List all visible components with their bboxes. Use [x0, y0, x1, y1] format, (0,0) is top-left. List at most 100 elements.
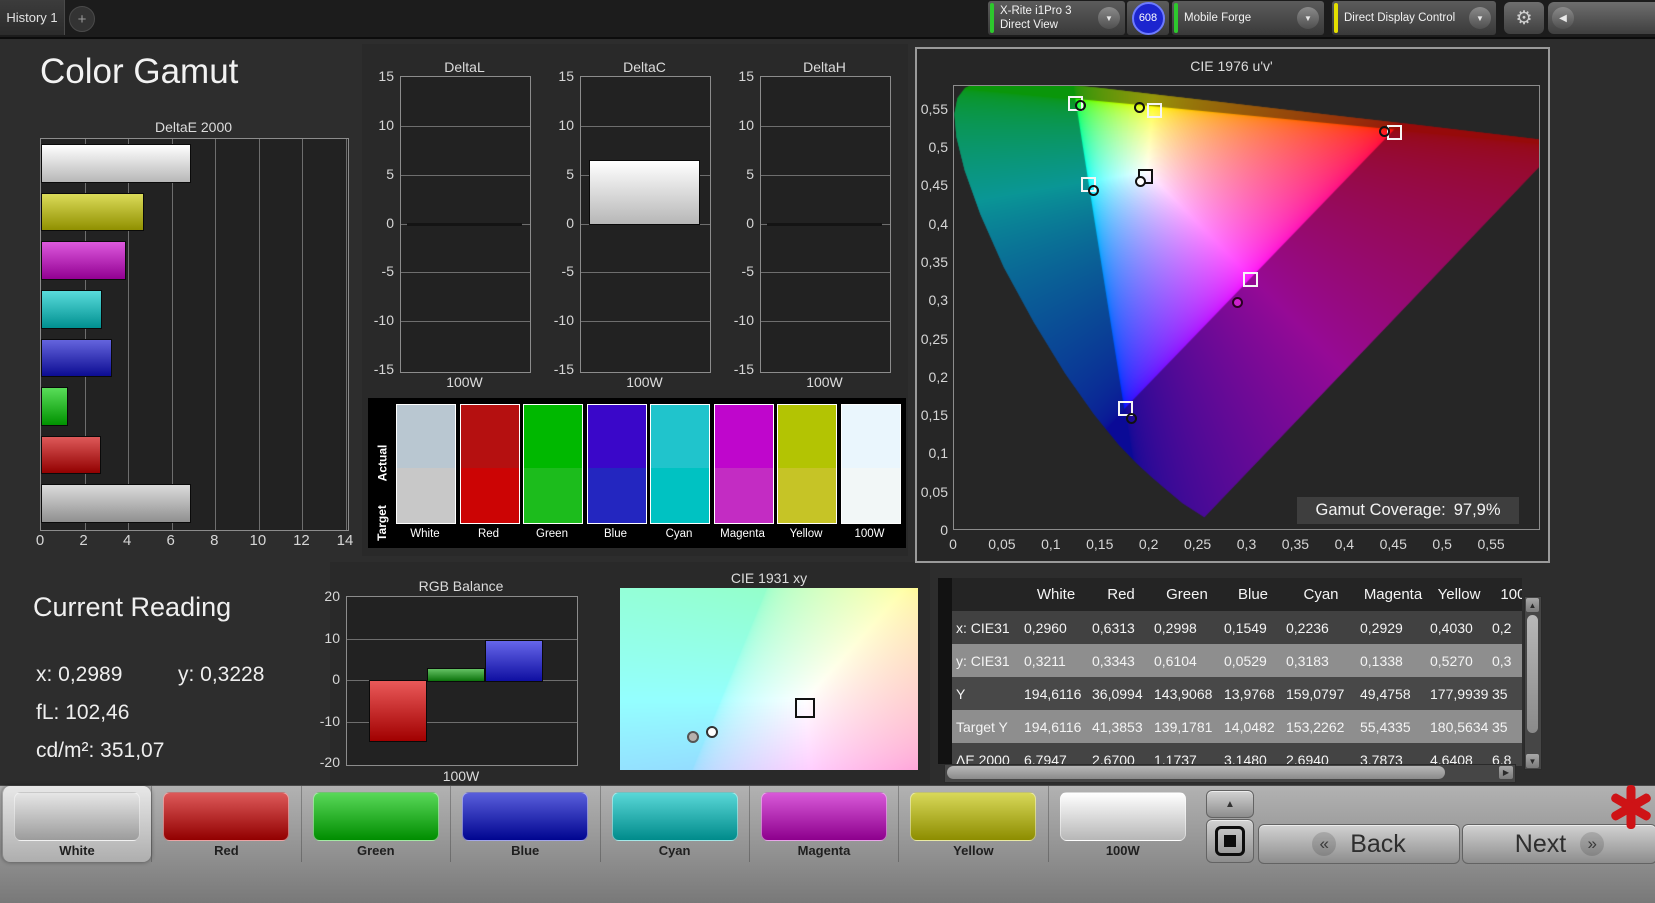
table-header-cell — [952, 578, 1022, 611]
scroll-right-button[interactable]: ▶ — [1499, 766, 1513, 779]
patch-swatch — [761, 792, 887, 841]
chevron-down-icon: ▼ — [1098, 7, 1120, 29]
patch-button-magenta[interactable]: Magenta — [749, 786, 898, 862]
gridline — [761, 126, 890, 127]
axis-tick: 0,25 — [1178, 536, 1218, 552]
row-label: x: CIE31 — [952, 611, 1022, 644]
rgb-balance-chart — [346, 596, 578, 766]
tab-history-1[interactable]: History 1 — [0, 0, 65, 35]
tab-label: History 1 — [6, 10, 57, 25]
rgb-bar-red — [369, 680, 427, 742]
deltaH-chart-title: DeltaH — [760, 59, 889, 75]
table-header-cell: Blue — [1222, 578, 1284, 611]
table-cell: 0,2929 — [1358, 611, 1428, 644]
next-label: Next — [1515, 830, 1566, 859]
axis-tick: -10 — [360, 312, 394, 328]
gridline — [259, 139, 260, 530]
axis-tick: 0,55 — [1471, 536, 1511, 552]
add-tab-button[interactable]: + — [69, 6, 95, 32]
axis-tick: 0,25 — [911, 331, 948, 347]
table-cell: 35 — [1490, 677, 1522, 710]
source-dropdown[interactable]: Mobile Forge ▼ — [1172, 1, 1324, 35]
stop-square-icon — [1215, 826, 1245, 856]
gridline — [761, 272, 890, 273]
table-header-cell: Red — [1090, 578, 1152, 611]
patch-button-yellow[interactable]: Yellow — [898, 786, 1047, 862]
expand-button[interactable]: ▲ — [1206, 790, 1254, 818]
table-cell: 13,9768 — [1222, 677, 1284, 710]
patch-label: Green — [302, 843, 450, 858]
axis-tick: 10 — [720, 117, 754, 133]
display-control-dropdown[interactable]: Direct Display Control ▼ — [1332, 1, 1496, 35]
swatch-green-actual — [524, 405, 582, 468]
axis-tick: 6 — [159, 532, 183, 549]
axis-tick: 2 — [72, 532, 96, 549]
patch-label: Yellow — [899, 843, 1047, 858]
swatch-100w-target — [842, 468, 900, 523]
axis-tick: 15 — [540, 68, 574, 84]
gridline — [761, 321, 890, 322]
settings-button[interactable]: ⚙ — [1504, 2, 1544, 34]
vertical-scroll-thumb[interactable] — [1527, 615, 1538, 733]
table-cell: 49,4758 — [1358, 677, 1428, 710]
axis-tick: -10 — [720, 312, 754, 328]
swatch-magenta — [714, 404, 774, 524]
table-cell: 0,3343 — [1090, 644, 1152, 677]
cie1976-markers — [953, 85, 1540, 530]
patch-swatch — [462, 792, 588, 841]
gridline — [581, 272, 710, 273]
workflow-nav-button[interactable]: ◀ — [1548, 2, 1655, 34]
table-cell: 0,5270 — [1428, 644, 1490, 677]
axis-tick: -15 — [540, 361, 574, 377]
table-cell: 4,6408 — [1428, 743, 1490, 766]
patch-button-white[interactable]: White — [2, 786, 151, 862]
patch-button-blue[interactable]: Blue — [450, 786, 599, 862]
calman-asterisk-logo — [1607, 784, 1655, 830]
table-cell: 0,0529 — [1222, 644, 1284, 677]
gridline — [346, 139, 347, 530]
back-button[interactable]: « Back — [1258, 824, 1460, 864]
horizontal-scroll-thumb[interactable] — [947, 766, 1445, 779]
axis-tick: 5 — [540, 166, 574, 182]
patch-swatch — [1060, 792, 1186, 841]
current-reading-y: y: 0,3228 — [178, 663, 264, 687]
patch-button-red[interactable]: Red — [151, 786, 300, 862]
deltaL-x-label: 100W — [400, 374, 529, 390]
patch-label: Red — [152, 843, 300, 858]
scroll-down-button[interactable]: ▼ — [1526, 754, 1539, 768]
gridline — [581, 126, 710, 127]
table-row-y-cie31: y: CIE310,32110,33430,61040,05290,31830,… — [952, 644, 1522, 678]
axis-tick: -5 — [540, 263, 574, 279]
patch-label: White — [3, 843, 151, 858]
cie1976-chart-title: CIE 1976 u'v' — [915, 58, 1548, 74]
swatch-yellow — [777, 404, 837, 524]
next-button[interactable]: Next » — [1462, 824, 1655, 864]
patch-button-cyan[interactable]: Cyan — [600, 786, 749, 862]
meter-dropdown[interactable]: X-Rite i1Pro 3Direct View ▼ — [988, 1, 1125, 35]
table-vertical-scrollbar[interactable]: ▲ ▼ — [1524, 596, 1542, 770]
table-cell: 0,6313 — [1090, 611, 1152, 644]
current-reading-x: x: 0,2989 — [36, 663, 122, 687]
cie1976-marker-blue-measured — [1126, 413, 1137, 424]
cie1976-marker-magenta-measured — [1232, 297, 1243, 308]
stop-measurement-button[interactable] — [1206, 819, 1254, 863]
patch-button-green[interactable]: Green — [301, 786, 450, 862]
axis-tick: 0,3 — [911, 292, 948, 308]
axis-tick: 5 — [720, 166, 754, 182]
table-row-x-cie31: x: CIE310,29600,63130,29980,15490,22360,… — [952, 611, 1522, 645]
gridline — [401, 175, 530, 176]
table-cell: 35 — [1490, 710, 1522, 743]
patch-button-100w[interactable]: 100W — [1048, 786, 1197, 862]
results-table: WhiteRedGreenBlueCyanMagentaYellow100Wx:… — [952, 578, 1522, 766]
axis-tick: 0 — [720, 215, 754, 231]
page-title: Color Gamut — [40, 52, 238, 92]
back-arrow-icon: ◀ — [1552, 7, 1574, 29]
axis-tick: 0,45 — [1373, 536, 1413, 552]
table-cell: 0,2998 — [1152, 611, 1222, 644]
scroll-up-button[interactable]: ▲ — [1526, 598, 1539, 612]
swatch-label: Blue — [587, 528, 645, 540]
table-horizontal-scrollbar[interactable]: ▶ — [944, 764, 1516, 783]
swatch-red — [460, 404, 520, 524]
cie1931-chart-title: CIE 1931 xy — [620, 570, 918, 586]
swatch-label: 100W — [841, 528, 899, 540]
